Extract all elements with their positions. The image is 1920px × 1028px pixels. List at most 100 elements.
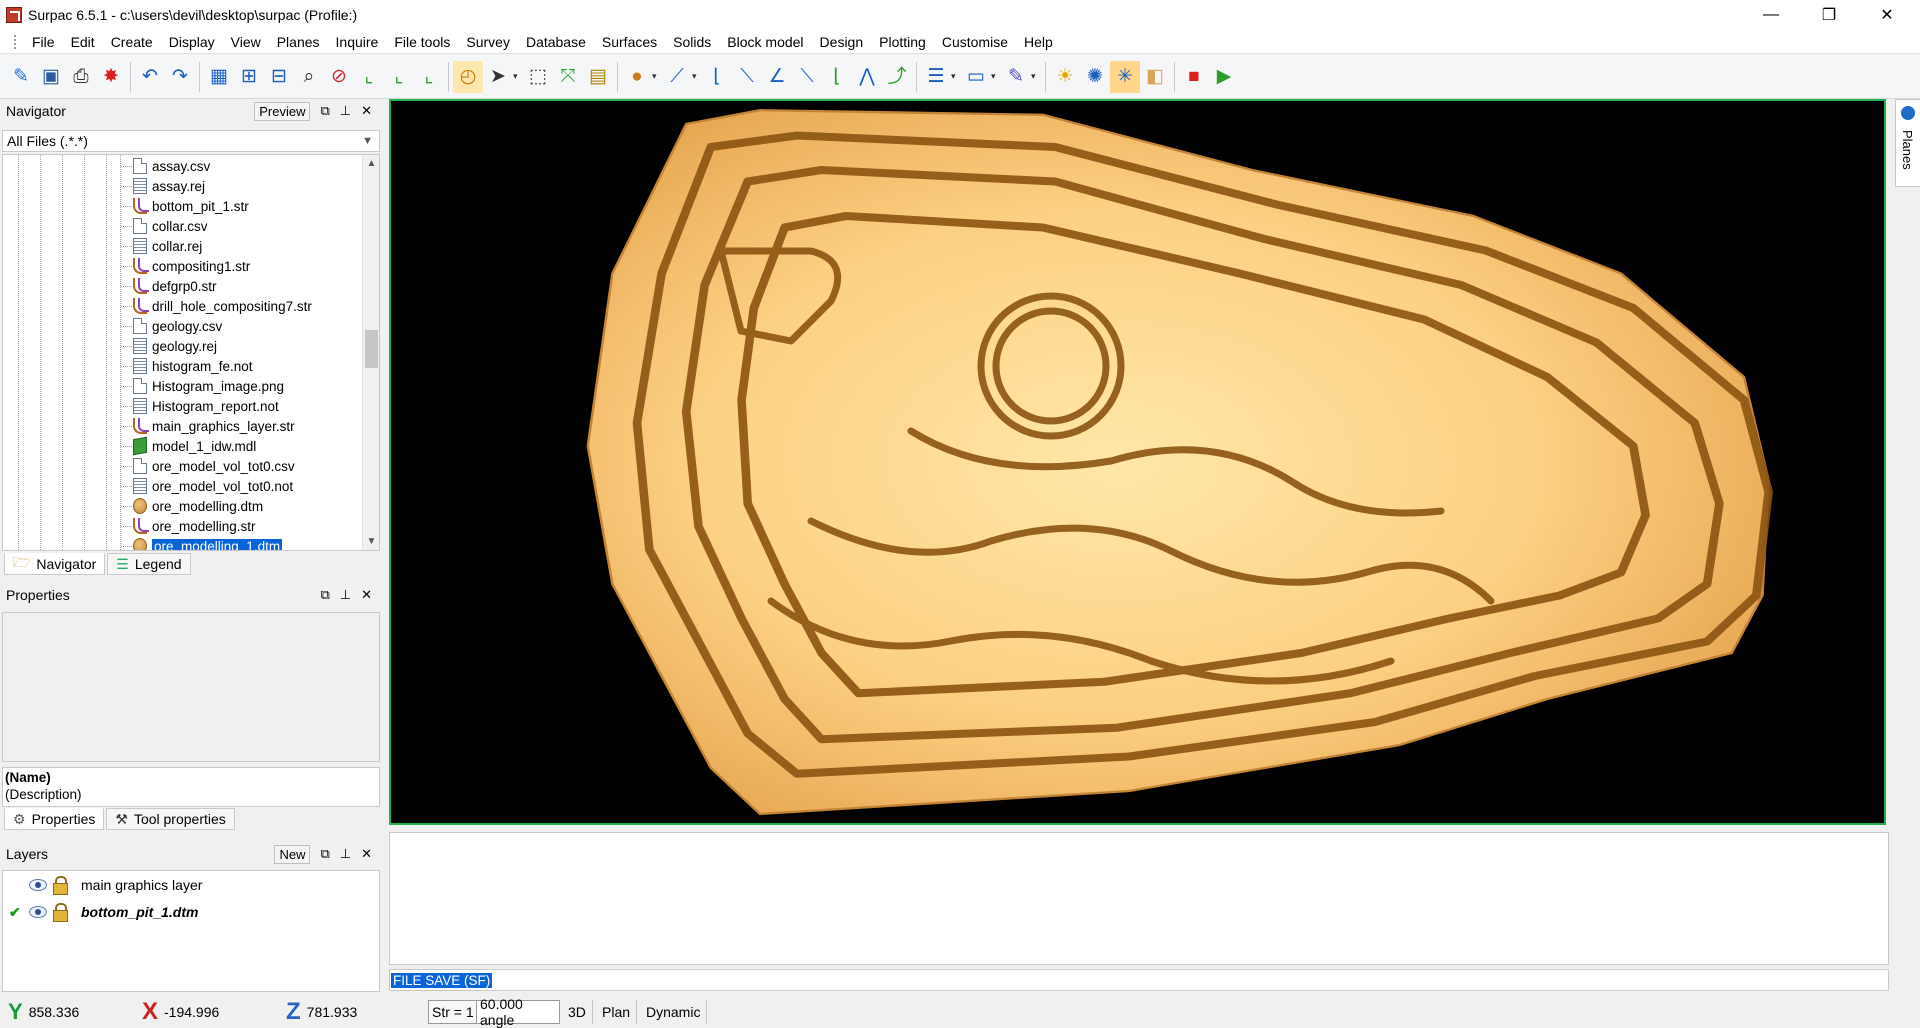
- menu-icon[interactable]: ☰: [921, 61, 951, 93]
- undo-icon[interactable]: ↶: [135, 61, 165, 93]
- record-icon[interactable]: ■: [1179, 61, 1209, 93]
- layer-row[interactable]: main graphics layer: [3, 873, 379, 897]
- restore-button[interactable]: ❐: [1800, 0, 1858, 30]
- trim-icon[interactable]: ⌊: [822, 61, 852, 93]
- preview-button[interactable]: Preview: [254, 101, 311, 121]
- shade-icon[interactable]: ✺: [1080, 61, 1110, 93]
- file-tree[interactable]: ▲ ▼ assay.csv assay.rej bottom_pit_1.str co…: [2, 154, 380, 551]
- file-tree-item[interactable]: ore_model_vol_tot0.not: [121, 476, 293, 496]
- file-tree-item[interactable]: collar.rej: [121, 236, 202, 256]
- zoom-in-icon[interactable]: ⊞: [234, 61, 264, 93]
- layer-checkbox[interactable]: [9, 878, 23, 892]
- close-layer-icon[interactable]: ✸: [96, 61, 126, 93]
- point-icon[interactable]: ●: [622, 61, 652, 93]
- menu-plotting[interactable]: Plotting: [871, 34, 934, 50]
- menu-help[interactable]: Help: [1016, 34, 1061, 50]
- file-tree-item[interactable]: ore_modelling.str: [121, 516, 256, 536]
- file-tree-item[interactable]: compositing1.str: [121, 256, 250, 276]
- file-tree-item[interactable]: collar.csv: [121, 216, 208, 236]
- segment-point-icon[interactable]: ⟍: [792, 61, 822, 93]
- file-tree-item[interactable]: Histogram_image.png: [121, 376, 284, 396]
- layer-row-active[interactable]: ✔ bottom_pit_1.dtm: [3, 900, 379, 924]
- grid-icon[interactable]: ▦: [204, 61, 234, 93]
- zoom-box-icon[interactable]: ⌕: [294, 61, 324, 93]
- menu-file-tools[interactable]: File tools: [386, 34, 458, 50]
- graphics-viewport[interactable]: [389, 99, 1886, 825]
- file-tree-item[interactable]: model_1_idw.mdl: [121, 436, 256, 456]
- solid-icon[interactable]: ◧: [1140, 61, 1170, 93]
- string-field[interactable]: Str = 1: [428, 1000, 478, 1024]
- float-icon[interactable]: ⧉: [320, 103, 329, 119]
- file-tree-item[interactable]: Histogram_report.not: [121, 396, 279, 416]
- pen-dropdown[interactable]: ▾: [1031, 71, 1041, 82]
- file-tree-item[interactable]: bottom_pit_1.str: [121, 196, 249, 216]
- menu-edit[interactable]: Edit: [63, 34, 103, 50]
- menu-display[interactable]: Display: [161, 34, 223, 50]
- menu-block-model[interactable]: Block model: [719, 34, 811, 50]
- close-panel-icon[interactable]: ✕: [361, 587, 372, 603]
- file-tree-item[interactable]: ore_model_vol_tot0.csv: [121, 456, 295, 476]
- cursor-icon[interactable]: ⟋: [662, 61, 692, 93]
- tab-tool-properties[interactable]: ⚒ Tool properties: [106, 808, 235, 830]
- menu-database[interactable]: Database: [518, 34, 594, 50]
- file-tree-item[interactable]: main_graphics_layer.str: [121, 416, 295, 436]
- angle-field[interactable]: 60.000 angle: [476, 996, 560, 1028]
- mode-3d-button[interactable]: 3D: [562, 1000, 593, 1024]
- eye-icon[interactable]: [29, 879, 47, 891]
- tab-properties[interactable]: ⚙ Properties: [4, 808, 105, 830]
- image-icon[interactable]: ▤: [583, 61, 613, 93]
- file-filter-select[interactable]: All Files (.*.*) ▼: [2, 130, 380, 152]
- menu-create[interactable]: Create: [103, 34, 161, 50]
- minimize-button[interactable]: —: [1742, 0, 1800, 30]
- print-icon[interactable]: ⎙: [66, 61, 96, 93]
- lock-icon[interactable]: [51, 876, 68, 895]
- menu-view[interactable]: View: [223, 34, 269, 50]
- file-tree-item[interactable]: assay.rej: [121, 176, 205, 196]
- file-tree-item[interactable]: ore_modelling.dtm: [121, 496, 263, 516]
- play-icon[interactable]: ▶: [1209, 61, 1239, 93]
- menu-file[interactable]: File: [24, 34, 63, 50]
- segment-icon[interactable]: ⌊: [702, 61, 732, 93]
- pin-icon[interactable]: ⊥: [340, 846, 351, 862]
- menu-design[interactable]: Design: [812, 34, 872, 50]
- line-icon[interactable]: ⟍: [732, 61, 762, 93]
- cursor-dropdown[interactable]: ▾: [692, 71, 702, 82]
- tab-legend[interactable]: ☰ Legend: [107, 553, 191, 575]
- select-dropdown[interactable]: ▾: [513, 71, 523, 82]
- move-point-icon[interactable]: ⤧: [553, 61, 583, 93]
- tab-navigator[interactable]: 🗁 Navigator: [4, 553, 106, 575]
- menu-planes[interactable]: Planes: [269, 34, 328, 50]
- file-tree-item[interactable]: geology.csv: [121, 316, 222, 336]
- file-tree-item[interactable]: assay.csv: [121, 156, 210, 176]
- scroll-thumb[interactable]: [365, 330, 378, 368]
- light-icon[interactable]: ☀: [1050, 61, 1080, 93]
- point-dropdown[interactable]: ▾: [652, 71, 662, 82]
- plan-button[interactable]: Plan: [596, 1000, 638, 1024]
- save-icon[interactable]: ▣: [36, 61, 66, 93]
- recall-icon[interactable]: ⊘: [324, 61, 354, 93]
- eye-icon[interactable]: [29, 906, 47, 918]
- menu-survey[interactable]: Survey: [458, 34, 518, 50]
- float-icon[interactable]: ⧉: [320, 587, 329, 603]
- display-dropdown[interactable]: ▾: [991, 71, 1001, 82]
- axis-y-icon[interactable]: ⌞: [384, 61, 414, 93]
- new-icon[interactable]: ✎: [6, 61, 36, 93]
- angle-icon[interactable]: ∠: [762, 61, 792, 93]
- file-tree-item[interactable]: ore_modelling_1.dtm: [121, 536, 283, 550]
- menu-inquire[interactable]: Inquire: [328, 34, 387, 50]
- tree-scrollbar[interactable]: ▲ ▼: [362, 155, 379, 550]
- rotate-icon[interactable]: ◴: [453, 60, 483, 93]
- select-box-icon[interactable]: ⬚: [523, 61, 553, 93]
- select-icon[interactable]: ➤: [483, 61, 513, 93]
- close-panel-icon[interactable]: ✕: [361, 846, 372, 862]
- polyline-icon[interactable]: ⋀: [852, 61, 882, 93]
- zoom-out-icon[interactable]: ⊟: [264, 61, 294, 93]
- axis-x-icon[interactable]: ⌞: [354, 61, 384, 93]
- close-button[interactable]: ✕: [1858, 0, 1916, 30]
- scroll-down-icon[interactable]: ▼: [363, 533, 379, 550]
- pin-icon[interactable]: ⊥: [340, 103, 351, 119]
- file-tree-item[interactable]: histogram_fe.not: [121, 356, 253, 376]
- add-point-icon[interactable]: ⤴: [882, 61, 912, 93]
- wireframe-icon[interactable]: ✳: [1110, 60, 1140, 93]
- dynamic-button[interactable]: Dynamic: [640, 1000, 708, 1024]
